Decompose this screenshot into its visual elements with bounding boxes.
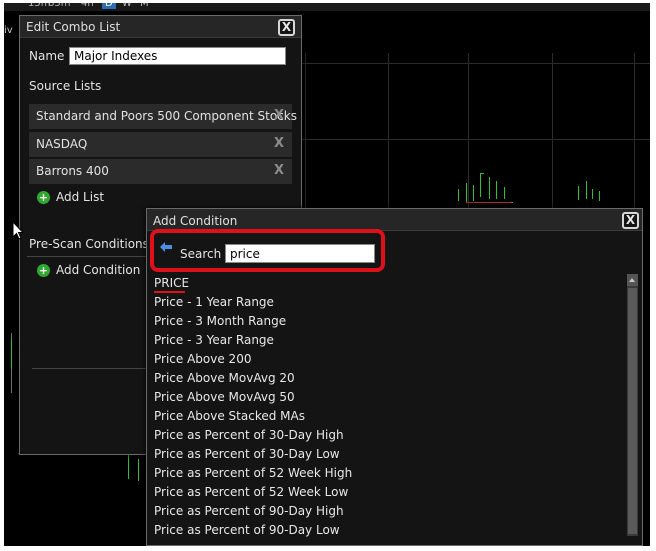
trend-line	[466, 202, 511, 203]
condition-item[interactable]: Price as Percent of 90-Day High	[154, 504, 344, 523]
price-bar	[599, 191, 600, 201]
price-bar	[578, 186, 579, 200]
dialog-title: Edit Combo List	[26, 20, 121, 34]
condition-item[interactable]: Price - 3 Year Range	[154, 333, 274, 352]
search-highlight-annotation	[150, 229, 385, 272]
source-list-item[interactable]: Standard and Poors 500 Component Stocks …	[29, 104, 297, 129]
scroll-thumb[interactable]	[628, 288, 637, 534]
price-bar	[496, 181, 497, 199]
name-input[interactable]	[69, 47, 286, 65]
price-bar	[473, 185, 474, 201]
name-label: Name	[29, 49, 65, 63]
chart-gridline	[300, 139, 650, 140]
timeframe-daily[interactable]: D	[102, 3, 116, 9]
chart-edge-label: iv	[4, 25, 13, 36]
condition-item[interactable]: Price as Percent of 90-Day Low	[154, 523, 340, 538]
prescan-conditions-heading: Pre-Scan Conditions	[29, 237, 149, 251]
timeframe-65m[interactable]: 65m	[48, 3, 70, 9]
price-bar	[466, 183, 467, 203]
condition-item[interactable]: Price Above Stacked MAs	[154, 409, 305, 428]
condition-item[interactable]: Price - 1 Year Range	[154, 295, 274, 314]
section-divider	[27, 256, 153, 257]
remove-source-button[interactable]: X	[274, 163, 284, 178]
source-list-item[interactable]: Barrons 400 X	[29, 159, 292, 184]
add-list-label: Add List	[56, 190, 105, 204]
condition-item[interactable]: Price Above MovAvg 50	[154, 390, 295, 409]
remove-source-button[interactable]: X	[274, 108, 284, 123]
price-bar	[458, 189, 459, 201]
close-button[interactable]: X	[622, 212, 639, 229]
price-bar	[11, 339, 12, 369]
price-bar	[480, 173, 481, 197]
plus-icon: +	[37, 264, 50, 277]
match-underline-annotation	[154, 291, 185, 293]
plus-icon: +	[37, 191, 50, 204]
source-lists-heading: Source Lists	[29, 79, 102, 93]
chart-toolbar: 15m 65m 4h D W M	[4, 3, 650, 11]
chart-window: 15m 65m 4h D W M iv Edit Combo List X Na…	[4, 3, 650, 546]
price-bar-close	[480, 173, 484, 174]
add-condition-label: Add Condition	[56, 263, 141, 277]
add-condition-dialog: Add Condition X Search PRICE Price - 1 Y…	[146, 208, 643, 546]
condition-list-scrollbar[interactable]	[627, 274, 638, 536]
dialog-title: Add Condition	[153, 214, 238, 228]
timeframe-4h[interactable]: 4h	[81, 3, 94, 9]
screenshot-frame: 15m 65m 4h D W M iv Edit Combo List X Na…	[0, 0, 656, 551]
scroll-up-arrow-icon[interactable]	[627, 274, 638, 286]
condition-item[interactable]: Price as Percent of 30-Day High	[154, 428, 344, 447]
condition-list: PRICE Price - 1 Year Range Price - 3 Mon…	[150, 274, 627, 538]
timeframe-weekly[interactable]: W	[122, 3, 132, 9]
condition-item[interactable]: Price Above 200	[154, 352, 251, 371]
condition-item[interactable]: Price Above MovAvg 20	[154, 371, 295, 390]
price-bar	[489, 177, 490, 199]
condition-item[interactable]: Price as Percent of 52 Week High	[154, 466, 352, 485]
source-list-name: Standard and Poors 500 Component Stocks	[36, 109, 297, 123]
price-bar	[128, 455, 129, 479]
add-list-button[interactable]: + Add List	[37, 190, 127, 206]
source-list-name: Barrons 400	[36, 164, 109, 178]
condition-item[interactable]: Price as Percent of 52 Week Low	[154, 485, 348, 504]
price-bar	[138, 459, 139, 481]
condition-item[interactable]: Price - 3 Month Range	[154, 314, 286, 333]
close-button[interactable]: X	[278, 19, 295, 36]
add-condition-button[interactable]: + Add Condition	[37, 263, 147, 279]
add-condition-titlebar[interactable]: Add Condition X	[147, 209, 642, 231]
edit-combo-list-titlebar[interactable]: Edit Combo List X	[20, 16, 301, 38]
condition-item[interactable]: Price as Percent of 30-Day Low	[154, 447, 340, 466]
section-divider	[32, 368, 150, 369]
remove-source-button[interactable]: X	[274, 136, 284, 151]
source-list-item[interactable]: NASDAQ X	[29, 132, 292, 157]
timeframe-monthly[interactable]: M	[140, 3, 149, 9]
mouse-cursor-icon	[12, 221, 24, 240]
source-list-name: NASDAQ	[36, 137, 88, 151]
price-bar	[586, 181, 587, 199]
price-bar	[504, 187, 505, 199]
chart-gridline	[300, 63, 650, 64]
price-bar	[592, 189, 593, 199]
